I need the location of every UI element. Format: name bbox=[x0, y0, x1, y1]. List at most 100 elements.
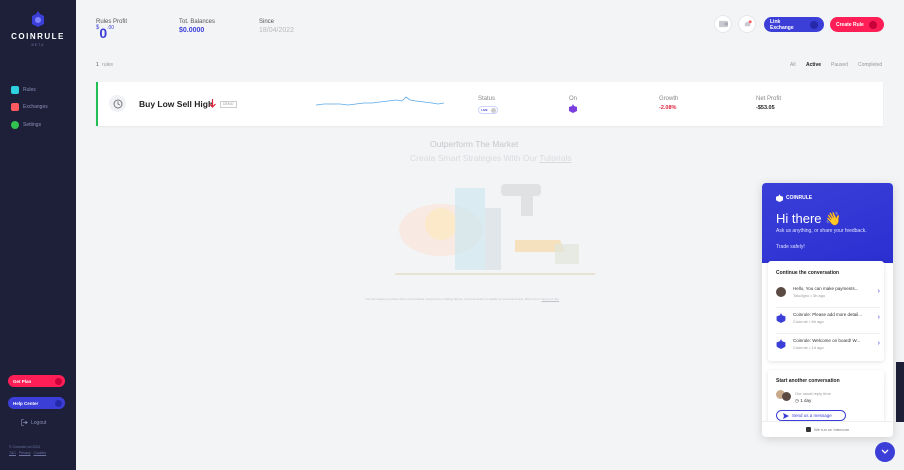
chat-footer: We run on Intercom bbox=[762, 421, 893, 437]
exchange-icon bbox=[569, 104, 577, 113]
balances-value: $0.0000 bbox=[179, 27, 205, 34]
total-balances: Tot. Balances $0.0000 bbox=[179, 19, 215, 34]
profit-decimals: .00 bbox=[107, 25, 115, 31]
filter-active[interactable]: Active bbox=[806, 62, 821, 68]
clock-icon: ◷ bbox=[795, 398, 799, 403]
logout-button[interactable]: Logout bbox=[21, 419, 46, 426]
price-sparkline bbox=[316, 96, 444, 106]
send-message-label: Send us a message bbox=[792, 413, 832, 418]
terms-link[interactable]: T&C bbox=[9, 451, 16, 455]
conversation-meta: Tolu/Igno • 3h ago bbox=[793, 293, 826, 298]
brand-name: COINRULE bbox=[11, 32, 65, 41]
terms-of-use-link[interactable]: Terms of Use bbox=[541, 297, 559, 301]
promo-title: Outperform The Market bbox=[430, 139, 519, 149]
send-message-button[interactable]: Send us a message bbox=[776, 410, 846, 421]
wallet-button[interactable] bbox=[714, 15, 732, 33]
conversation-item[interactable]: Coinrule: Please add more detail... Coin… bbox=[776, 310, 880, 330]
sidebar-item-exchanges[interactable]: Exchanges bbox=[11, 102, 48, 112]
chevron-right-icon: › bbox=[877, 288, 880, 295]
conversation-message: Coinrule: Please add more detail... bbox=[793, 312, 863, 317]
notifications-button[interactable] bbox=[738, 15, 756, 33]
cookies-link[interactable]: Cookies bbox=[33, 451, 46, 455]
link-exchange-button[interactable]: Link Exchange bbox=[764, 17, 824, 32]
reply-time-label: Our usual reply time bbox=[795, 391, 831, 396]
since: Since 18/04/2022 bbox=[259, 19, 294, 34]
copyright-block: © Coinrule Ltd 2020 T&C Privacy Cookies bbox=[9, 444, 48, 456]
net-profit-label: Net Profit bbox=[756, 96, 782, 102]
send-icon bbox=[783, 412, 789, 419]
net-profit-value: -$53.05 bbox=[756, 105, 775, 111]
chat-footer-text: We run on Intercom bbox=[813, 427, 850, 432]
gear-icon bbox=[11, 121, 19, 129]
since-label: Since bbox=[259, 19, 275, 25]
clock-icon bbox=[109, 95, 126, 112]
sidebar-item-label: Rules bbox=[23, 87, 36, 93]
status-label: Status bbox=[478, 96, 496, 102]
chevron-right-icon: › bbox=[877, 314, 880, 321]
chat-greeting: Hi there 👋 bbox=[776, 211, 842, 226]
chat-header: COINRULE Hi there 👋 Ask us anything, or … bbox=[762, 183, 893, 263]
continue-conversation-card: Continue the conversation Hello, You can… bbox=[768, 261, 884, 361]
rules-count-number: 1 bbox=[96, 62, 99, 68]
create-rule-label: Create Rule bbox=[836, 21, 864, 28]
status-toggle[interactable]: LIVE bbox=[478, 106, 498, 114]
rules-profit: Rules Profit $0.00 bbox=[96, 19, 127, 43]
side-feedback-tab[interactable] bbox=[896, 362, 904, 422]
privacy-link[interactable]: Privacy bbox=[19, 451, 30, 455]
arrow-icon bbox=[55, 399, 62, 407]
sidebar-item-label: Exchanges bbox=[23, 104, 48, 110]
chevron-right-icon: › bbox=[877, 340, 880, 347]
coinrule-avatar-icon bbox=[776, 313, 786, 323]
filter-completed[interactable]: Completed bbox=[858, 62, 882, 68]
filter-paused[interactable]: Paused bbox=[831, 62, 848, 68]
chat-ask: Ask us anything, or share your feedback. bbox=[776, 228, 867, 234]
sidebar: COINRULE BETA Rules Exchanges Settings G… bbox=[0, 0, 76, 470]
divider bbox=[776, 307, 880, 308]
reply-time-value: 1 day bbox=[800, 398, 812, 403]
on-label: On bbox=[569, 96, 578, 102]
logout-label: Logout bbox=[31, 419, 47, 426]
arrow-icon bbox=[810, 20, 818, 29]
chat-widget: COINRULE Hi there 👋 Ask us anything, or … bbox=[762, 183, 893, 437]
rule-name[interactable]: Buy Low Sell High bbox=[139, 99, 213, 109]
start-title: Start another conversation bbox=[776, 378, 840, 384]
intercom-icon bbox=[805, 427, 811, 432]
help-center-button[interactable]: Help Center bbox=[8, 397, 65, 409]
get-plan-button[interactable]: Get Plan bbox=[8, 375, 65, 387]
conversation-item[interactable]: Hello, You can make payments... Tolu/Ign… bbox=[776, 284, 880, 304]
disclaimer-text: The information provided does not consti… bbox=[365, 297, 541, 301]
logout-icon bbox=[21, 419, 28, 426]
disclaimer: The information provided does not consti… bbox=[365, 297, 559, 301]
chat-safe: Trade safely! bbox=[776, 244, 805, 250]
sidebar-item-rules[interactable]: Rules bbox=[11, 85, 36, 95]
rules-count: 1 rules bbox=[96, 62, 113, 68]
conversation-item[interactable]: Coinrule: Welcome on board! W... Coinrul… bbox=[776, 336, 880, 356]
reply-time: ◷ 1 day bbox=[795, 398, 811, 404]
promo-illustration bbox=[395, 184, 595, 275]
coinrule-avatar-icon bbox=[776, 339, 786, 349]
sidebar-item-settings[interactable]: Settings bbox=[11, 120, 41, 130]
link-exchange-label: Link Exchange bbox=[770, 18, 794, 31]
conversation-message: Hello, You can make payments... bbox=[793, 286, 859, 291]
wallet-icon bbox=[718, 20, 728, 28]
avatar bbox=[782, 392, 791, 401]
demo-tag: DEMO bbox=[220, 101, 237, 108]
tutorials-link[interactable]: Tutorials bbox=[539, 153, 571, 163]
logo[interactable]: COINRULE BETA bbox=[0, 10, 76, 47]
create-rule-button[interactable]: Create Rule bbox=[830, 17, 884, 32]
chevron-down-icon bbox=[881, 449, 889, 454]
rules-icon bbox=[11, 86, 19, 94]
rules-count-label: rules bbox=[102, 62, 114, 68]
plus-icon bbox=[868, 20, 877, 29]
chat-launcher-button[interactable] bbox=[875, 442, 895, 462]
rules-profit-value: $0.00 bbox=[96, 25, 114, 42]
chat-brand-name: COINRULE bbox=[786, 195, 813, 201]
profit-integer: 0 bbox=[99, 25, 108, 41]
arrow-down-icon bbox=[209, 99, 216, 108]
sidebar-item-label: Settings bbox=[23, 122, 42, 128]
rule-row[interactable]: Buy Low Sell High DEMO Status LIVE On Gr… bbox=[96, 82, 883, 126]
continue-title: Continue the conversation bbox=[776, 270, 840, 276]
bell-icon bbox=[744, 19, 752, 26]
filter-all[interactable]: All bbox=[790, 62, 796, 68]
coinrule-logo-icon bbox=[776, 194, 783, 202]
